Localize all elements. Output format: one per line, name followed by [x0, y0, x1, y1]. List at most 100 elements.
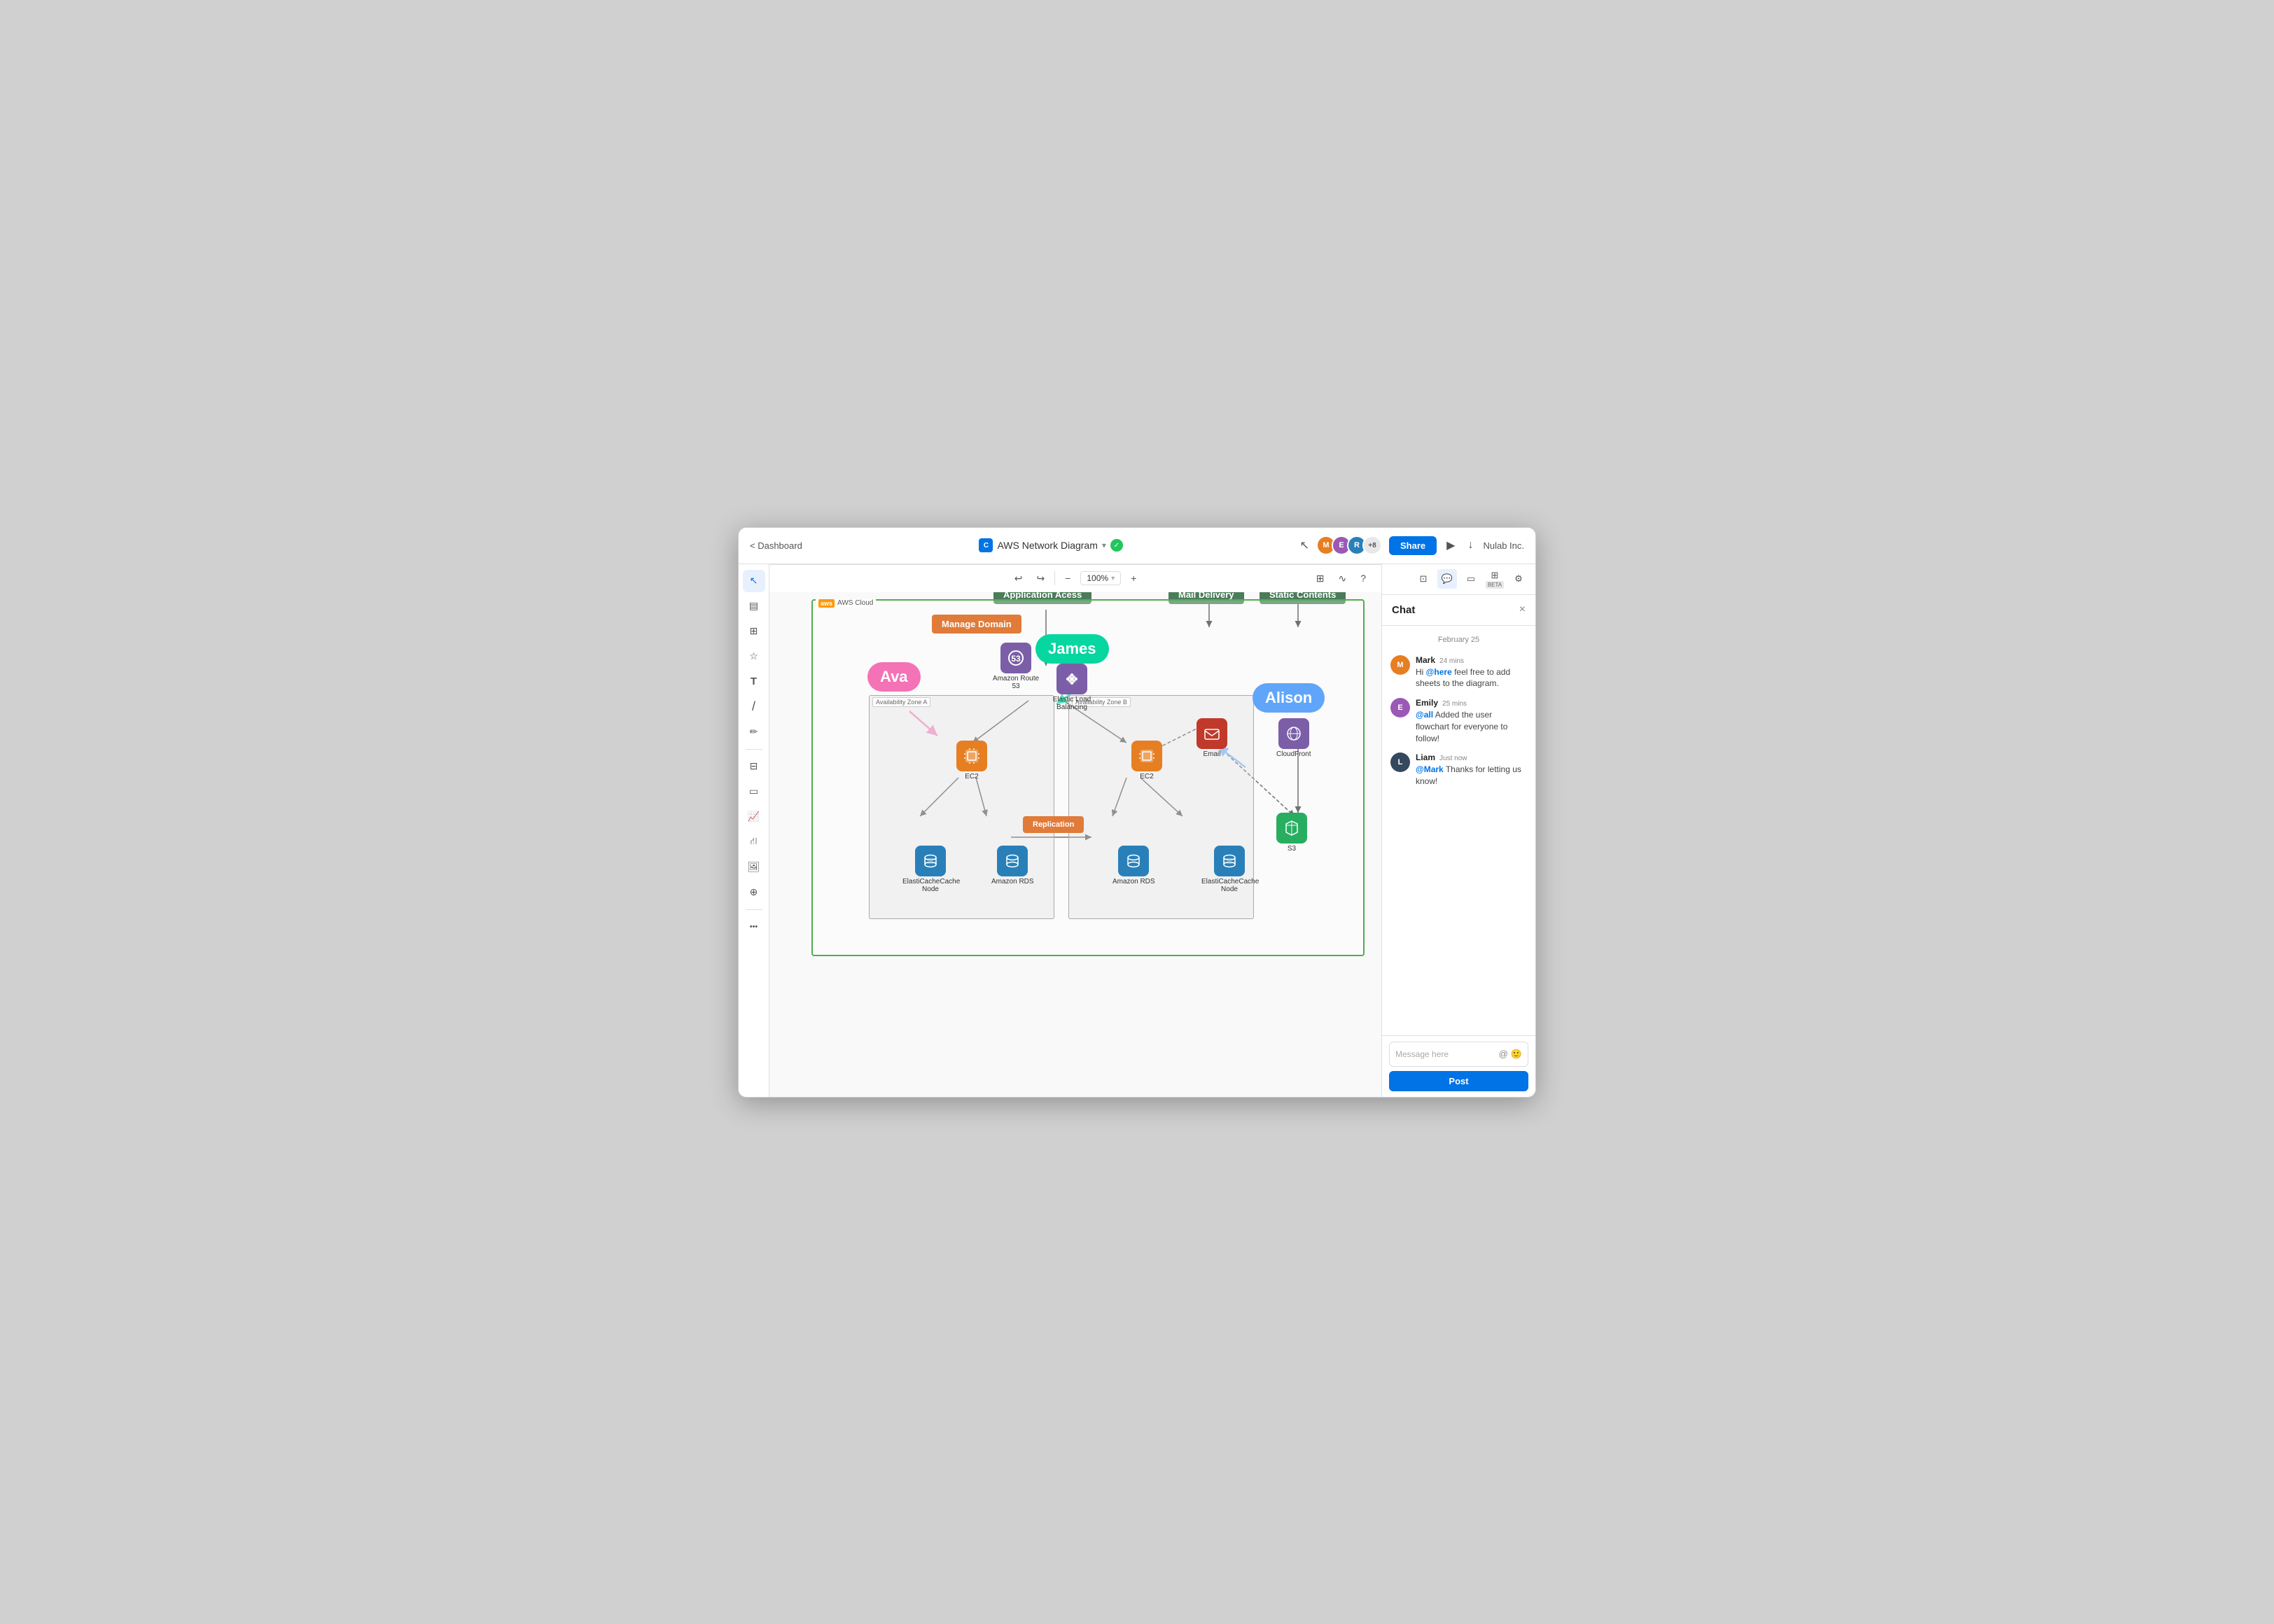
chat-input-icons: @ 🙂 [1499, 1049, 1522, 1060]
org-name-label: Nulab Inc. [1483, 540, 1524, 551]
sidebar-tool-embed[interactable]: ⊕ [743, 881, 765, 904]
collaborators-avatar-group: M E R +8 [1316, 536, 1382, 555]
panel-video-button[interactable]: ▭ [1461, 569, 1481, 589]
toolbar-divider [1054, 571, 1055, 585]
elb-icon [1056, 664, 1087, 694]
title-bar-center: C AWS Network Diagram ▾ ✓ [811, 538, 1292, 552]
chat-input-area: Message here @ 🙂 Post [1382, 1035, 1535, 1097]
route53-node[interactable]: 53 Amazon Route 53 [988, 643, 1044, 690]
chat-messages[interactable]: February 25 M Mark 24 mins Hi @here feel… [1382, 626, 1535, 1035]
chat-close-button[interactable]: × [1519, 603, 1526, 616]
post-button[interactable]: Post [1389, 1071, 1528, 1091]
right-panel: ⊡ 💬 ▭ ⊞ BETA ⚙ Chat × F [1381, 564, 1535, 1097]
left-sidebar: ↖ ▤ ⊞ ☆ T / ✏ ⊟ ▭ 📈 ⛙ 🖼 ⊕ ••• [739, 564, 769, 1097]
panel-settings-button[interactable]: ⚙ [1509, 569, 1528, 589]
elasticache-b-node[interactable]: ElastiCacheCache Node [1201, 846, 1257, 893]
emoji-icon[interactable]: 🙂 [1511, 1049, 1522, 1060]
zoom-level-display[interactable]: 100% ▾ [1080, 571, 1121, 585]
ec2-b-icon [1131, 741, 1162, 771]
ec2-a-icon [956, 741, 987, 771]
panel-chat-button[interactable]: 💬 [1437, 569, 1457, 589]
mark-message-content: Mark 24 mins Hi @here feel free to add s… [1416, 655, 1527, 690]
mark-time: 24 mins [1439, 657, 1464, 665]
cloudfront-node[interactable]: CloudFront [1276, 718, 1311, 758]
elasticache-a-icon [915, 846, 946, 876]
ec2-a-node[interactable]: EC2 [956, 741, 987, 780]
wave-button[interactable]: ∿ [1334, 570, 1351, 587]
emily-message-content: Emily 25 mins @all Added the user flowch… [1416, 698, 1527, 744]
elb-label: Elastic Load Balancing [1044, 696, 1100, 711]
manage-domain-label: Manage Domain [932, 615, 1021, 634]
ec2-a-label: EC2 [965, 773, 978, 780]
zoom-out-button[interactable]: − [1061, 570, 1075, 587]
canvas-area[interactable]: Application Acess Mail Delivery Static C… [769, 564, 1381, 1097]
chat-title: Chat [1392, 604, 1415, 616]
aws-cloud-label: aws AWS Cloud [816, 599, 876, 608]
emily-avatar: E [1390, 698, 1410, 718]
help-button[interactable]: ? [1356, 570, 1370, 587]
panel-collab-button[interactable]: ⊞ BETA [1485, 569, 1505, 589]
main-content: ↖ ▤ ⊞ ☆ T / ✏ ⊟ ▭ 📈 ⛙ 🖼 ⊕ ••• [739, 564, 1535, 1097]
aws-cloud-text: AWS Cloud [837, 599, 873, 607]
panel-screen-button[interactable]: ⊡ [1414, 569, 1433, 589]
message-liam: L Liam Just now @Mark Thanks for letting… [1390, 752, 1527, 788]
diagram-name-label[interactable]: AWS Network Diagram [997, 540, 1097, 551]
aws-badge: aws [818, 599, 835, 608]
sidebar-tool-more[interactable]: ••• [743, 916, 765, 938]
back-to-dashboard[interactable]: < Dashboard [750, 540, 802, 551]
sidebar-tool-table[interactable]: ⊟ [743, 755, 765, 778]
email-icon [1197, 718, 1227, 749]
at-icon[interactable]: @ [1499, 1049, 1508, 1060]
title-bar: < Dashboard C AWS Network Diagram ▾ ✓ ↖ … [739, 528, 1535, 564]
mark-text: Hi @here feel free to add sheets to the … [1416, 666, 1527, 690]
ec2-b-label: EC2 [1140, 773, 1153, 780]
sidebar-tool-image[interactable]: 🖼 [743, 856, 765, 878]
elasticache-a-label: ElastiCacheCache Node [902, 878, 958, 893]
title-bar-right: ↖ M E R +8 Share ▶ ↓ Nulab Inc. [1300, 536, 1524, 555]
rds-b-node[interactable]: Amazon RDS [1112, 846, 1155, 886]
rds-a-label: Amazon RDS [991, 878, 1034, 886]
download-button[interactable]: ↓ [1465, 536, 1476, 554]
zoom-dropdown-icon: ▾ [1111, 575, 1115, 582]
chat-input-box[interactable]: Message here @ 🙂 [1389, 1042, 1528, 1067]
liam-message-content: Liam Just now @Mark Thanks for letting u… [1416, 752, 1527, 788]
fit-button[interactable]: ⊞ [1312, 570, 1329, 587]
saved-status-icon: ✓ [1110, 539, 1123, 552]
az-a-label: Availability Zone A [872, 697, 930, 707]
rds-b-icon [1118, 846, 1149, 876]
s3-node[interactable]: S3 [1276, 813, 1307, 853]
sidebar-tool-shapes[interactable]: ⊞ [743, 620, 765, 643]
ec2-b-node[interactable]: EC2 [1131, 741, 1162, 780]
sidebar-divider-2 [746, 909, 762, 910]
sidebar-tool-notes[interactable]: ▤ [743, 595, 765, 617]
cursor-mode-icon[interactable]: ↖ [1300, 538, 1309, 552]
elasticache-b-icon [1214, 846, 1245, 876]
dropdown-arrow-icon[interactable]: ▾ [1102, 540, 1106, 550]
route53-icon: 53 [1000, 643, 1031, 673]
elasticache-a-node[interactable]: ElastiCacheCache Node [902, 846, 958, 893]
sidebar-tool-card[interactable]: ▭ [743, 780, 765, 803]
sidebar-tool-line[interactable]: / [743, 696, 765, 718]
redo-button[interactable]: ↪ [1032, 570, 1049, 587]
chat-input-placeholder: Message here [1395, 1049, 1499, 1059]
zoom-in-button[interactable]: + [1126, 570, 1141, 587]
share-button[interactable]: Share [1389, 536, 1437, 555]
replication-label: Replication [1023, 816, 1084, 833]
sidebar-tool-chart[interactable]: 📈 [743, 806, 765, 828]
undo-button[interactable]: ↩ [1010, 570, 1027, 587]
play-button[interactable]: ▶ [1444, 536, 1458, 555]
sidebar-tool-cursor[interactable]: ↖ [743, 570, 765, 592]
rds-b-label: Amazon RDS [1112, 878, 1155, 886]
sidebar-tool-network[interactable]: ⛙ [743, 831, 765, 853]
sidebar-tool-pen[interactable]: ✏ [743, 721, 765, 743]
emily-name: Emily [1416, 698, 1438, 708]
zoom-level-text: 100% [1087, 573, 1108, 583]
sidebar-tool-text[interactable]: T [743, 671, 765, 693]
avatar-overflow: +8 [1362, 536, 1382, 555]
email-node[interactable]: Email [1197, 718, 1227, 758]
lucid-logo-icon: C [979, 538, 993, 552]
sidebar-tool-favorites[interactable]: ☆ [743, 645, 765, 668]
elb-node[interactable]: Elastic Load Balancing [1044, 664, 1100, 711]
rds-a-node[interactable]: Amazon RDS [991, 846, 1034, 886]
chat-header: Chat × [1382, 595, 1535, 626]
